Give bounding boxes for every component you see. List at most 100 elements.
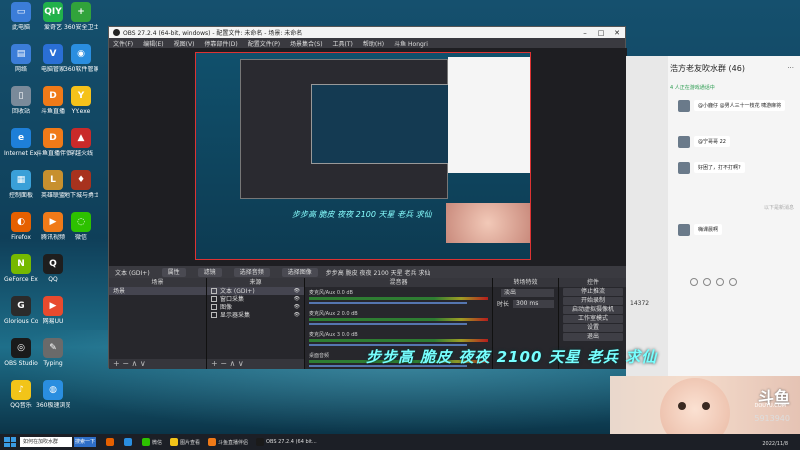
taskbar-search-input[interactable]: 如何在加吹水群	[20, 437, 72, 447]
desktop-icon-wechat[interactable]: ◌ 微信	[64, 212, 98, 241]
menu-item-1[interactable]: 编辑(E)	[143, 39, 163, 48]
control-button-4[interactable]: 设置	[563, 324, 623, 332]
source-item[interactable]: 窗口采集 👁	[207, 295, 304, 303]
maximize-icon[interactable]: □	[593, 29, 609, 37]
desktop-icon-dnf[interactable]: ♦ 地下城与勇士	[64, 170, 98, 199]
properties-button[interactable]: 属性	[161, 267, 186, 277]
menu-item-4[interactable]: 配置文件(P)	[248, 39, 280, 48]
taskbar-app-360-browser[interactable]	[124, 438, 134, 446]
volume-slider[interactable]	[309, 302, 467, 304]
close-icon[interactable]: ✕	[609, 29, 625, 37]
duration-input[interactable]: 300 ms	[513, 299, 554, 308]
visibility-eye-icon[interactable]: 👁	[294, 296, 300, 303]
taskbar-app-image-viewer[interactable]: 图片查看	[170, 438, 200, 446]
source-item[interactable]: 图像 👁	[207, 303, 304, 311]
select-image-button[interactable]: 选择图像	[281, 267, 318, 277]
desktop-icon-label: OBS Studio	[4, 360, 38, 367]
text-content: 步步高 脆皮 夜夜 2100 天星 老兵 求仙	[325, 269, 431, 277]
taskbar-app-wechat[interactable]: 微信	[142, 438, 162, 446]
desktop-icon-obs[interactable]: ◎ OBS Studio	[4, 338, 38, 367]
nested-webcam	[446, 203, 530, 243]
control-button-5[interactable]: 退出	[563, 333, 623, 341]
select-audio-button[interactable]: 选择音频	[233, 267, 270, 277]
scissors-icon[interactable]	[716, 278, 724, 286]
avatar[interactable]	[678, 224, 690, 236]
desktop-icon-label: Internet Explorer	[4, 150, 38, 157]
desktop-icon-yy[interactable]: Y YY.exe	[64, 86, 98, 115]
mixer-channel-label: 麦克风/Aux 0.0 dB	[309, 290, 353, 296]
source-label: 文本 (GDI+)	[115, 269, 150, 277]
obs-icon	[256, 438, 265, 446]
desktop-icon-360-browser[interactable]: ◍ 360极速浏览器	[36, 380, 70, 409]
more-icon[interactable]: ···	[787, 64, 794, 72]
desktop-icon-firefox[interactable]: ◐ Firefox	[4, 212, 38, 241]
eye-right	[702, 402, 710, 410]
control-button-3[interactable]: 工作室模式	[563, 315, 623, 323]
desktop-icon-qq[interactable]: Q QQ	[36, 254, 70, 283]
webcam-face	[660, 378, 730, 434]
avatar[interactable]	[678, 100, 690, 112]
mixer-channel: 麦克风/Aux 0.0 dB	[309, 289, 488, 304]
desktop-icon-glorious[interactable]: G Glorious Core	[4, 296, 38, 325]
visibility-eye-icon[interactable]: 👁	[294, 288, 300, 295]
desktop-icon-control-panel[interactable]: ▦ 控制面板	[4, 170, 38, 199]
control-button-2[interactable]: 启动虚拟摄像机	[563, 306, 623, 314]
menu-item-2[interactable]: 视图(V)	[174, 39, 195, 48]
desktop-icon-uu[interactable]: ▶ 网易UU	[36, 296, 70, 325]
scenes-footer[interactable]: + − ∧ ∨	[109, 359, 206, 369]
douyu-live-icon: D	[43, 86, 63, 106]
minimize-icon[interactable]: –	[577, 29, 593, 37]
eye-left	[678, 402, 686, 410]
menu-item-0[interactable]: 文件(F)	[113, 39, 133, 48]
desktop-icon-qq-music[interactable]: ♪ QQ音乐	[4, 380, 38, 409]
folder-icon[interactable]	[703, 278, 711, 286]
chat-bubble: 嗨课晨啊	[694, 224, 723, 235]
visibility-eye-icon[interactable]: 👁	[294, 312, 300, 319]
avatar[interactable]	[678, 162, 690, 174]
desktop-icon-ie[interactable]: e Internet Explorer	[4, 128, 38, 157]
desktop-icon-recycle-bin[interactable]: ▯ 回收站	[4, 86, 38, 115]
firefox-icon: ◐	[11, 212, 31, 232]
obs-window: OBS 27.2.4 (64-bit, windows) - 配置文件: 未命名…	[108, 26, 627, 369]
desktop-icon-network[interactable]: ▤ 网络	[4, 44, 38, 73]
tencent-video-icon: ▶	[43, 212, 63, 232]
desktop-icon-this-pc[interactable]: ▭ 此电脑	[4, 2, 38, 31]
taskbar-app-obs[interactable]: OBS 27.2.4 (64 bit...	[256, 438, 317, 446]
filters-button[interactable]: 滤镜	[197, 267, 222, 277]
source-item[interactable]: 文本 (GDI+) 👁	[207, 287, 304, 295]
obs-preview[interactable]: 步步高 脆皮 夜夜 2100 天星 老兵 求仙	[109, 48, 627, 266]
control-button-1[interactable]: 开始录制	[563, 297, 623, 305]
desktop-icon-360-software[interactable]: ◉ 360软件管家	[64, 44, 98, 73]
source-item[interactable]: 显示器采集 👁	[207, 311, 304, 319]
webcam-overlay: 斗鱼 DOUYU.COM	[610, 376, 800, 434]
volume-slider[interactable]	[309, 323, 467, 325]
desktop-icon-cf[interactable]: ▲ 穿越火线	[64, 128, 98, 157]
menu-item-5[interactable]: 场景集合(S)	[290, 39, 323, 48]
taskbar-app-firefox[interactable]	[106, 438, 116, 446]
desktop-icon-typing[interactable]: ✎ Typing	[36, 338, 70, 367]
avatar[interactable]	[678, 136, 690, 148]
menu-item-8[interactable]: 斗鱼 Hongri	[394, 39, 428, 48]
visibility-eye-icon[interactable]: 👁	[294, 304, 300, 311]
menu-item-3[interactable]: 停靠部件(D)	[204, 39, 237, 48]
taskbar-app-douyu-companion[interactable]: 斗鱼直播伴侣	[208, 438, 248, 446]
source-item-label: 窗口采集	[220, 295, 245, 303]
control-button-0[interactable]: 停止推流	[563, 288, 623, 296]
menu-item-7[interactable]: 帮助(H)	[363, 39, 384, 48]
chat-bubble-icon[interactable]	[729, 278, 737, 286]
taskbar-search-button[interactable]: 搜索一下	[74, 437, 96, 447]
sources-footer[interactable]: + − ∧ ∨	[207, 359, 304, 369]
desktop-icon-geforce[interactable]: N GeForce Experience	[4, 254, 38, 283]
source-type-icon	[211, 288, 217, 294]
scene-item[interactable]: 场景	[109, 287, 206, 295]
transition-select[interactable]: 淡出	[501, 289, 554, 297]
desktop-icon-360-safe[interactable]: +360安全卫士	[64, 2, 98, 31]
qq-icon: Q	[43, 254, 63, 274]
windows-start-icon[interactable]	[4, 437, 16, 447]
desktop-icon-label: Firefox	[11, 234, 31, 241]
obs-menubar: 文件(F) 编辑(E) 视图(V) 停靠部件(D) 配置文件(P) 场景集合(S) 工具(T…	[109, 38, 625, 48]
menu-item-6[interactable]: 工具(T)	[333, 39, 353, 48]
douyu-companion-icon	[208, 438, 217, 446]
chat-message: 好困了，打不打啊?	[678, 162, 745, 174]
emoji-icon[interactable]	[690, 278, 698, 286]
